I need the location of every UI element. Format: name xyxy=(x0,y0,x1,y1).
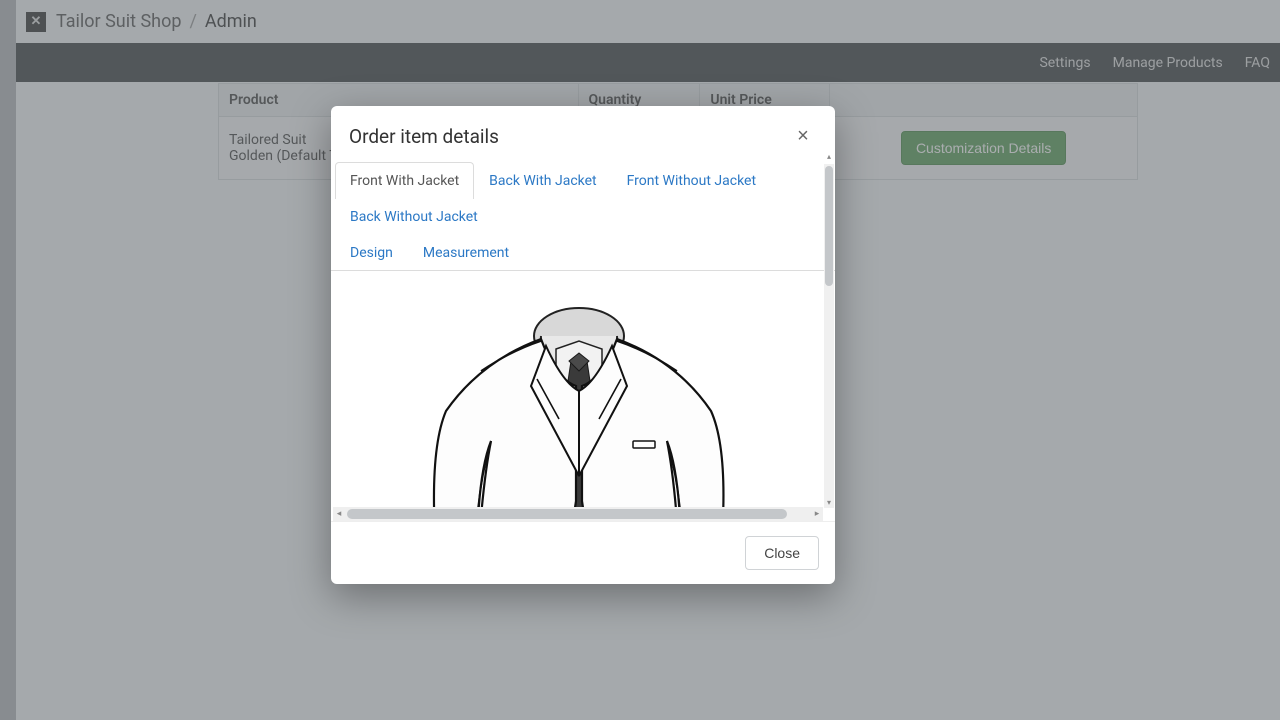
modal-scroll-area[interactable]: Front With Jacket Back With Jacket Front… xyxy=(331,162,835,522)
suit-preview xyxy=(331,271,835,522)
suit-front-jacket-image xyxy=(381,291,781,522)
modal-footer: Close xyxy=(331,522,835,584)
tabs-row-1: Front With Jacket Back With Jacket Front… xyxy=(331,162,835,234)
tab-front-without-jacket[interactable]: Front Without Jacket xyxy=(612,162,771,199)
vscroll-thumb[interactable] xyxy=(825,166,833,286)
tab-back-without-jacket[interactable]: Back Without Jacket xyxy=(335,198,493,235)
modal-title: Order item details xyxy=(349,125,499,148)
modal-body: Front With Jacket Back With Jacket Front… xyxy=(331,162,835,522)
scroll-down-icon[interactable]: ▾ xyxy=(824,498,834,508)
tab-front-with-jacket[interactable]: Front With Jacket xyxy=(335,162,474,199)
vertical-scrollbar[interactable] xyxy=(824,164,834,508)
tab-measurement[interactable]: Measurement xyxy=(408,234,524,271)
scroll-up-icon[interactable]: ▴ xyxy=(824,152,834,162)
modal-header: Order item details × xyxy=(331,106,835,162)
tab-design[interactable]: Design xyxy=(335,234,408,271)
horizontal-scrollbar[interactable]: ◂ ▸ xyxy=(333,507,823,521)
close-icon[interactable]: × xyxy=(791,124,815,148)
scroll-left-icon[interactable]: ◂ xyxy=(333,509,345,519)
hscroll-thumb[interactable] xyxy=(347,509,787,519)
tabs-row-2: Design Measurement xyxy=(331,234,835,271)
close-button[interactable]: Close xyxy=(745,536,819,570)
tab-back-with-jacket[interactable]: Back With Jacket xyxy=(474,162,611,199)
scroll-right-icon[interactable]: ▸ xyxy=(811,509,823,519)
order-item-details-modal: Order item details × Front With Jacket B… xyxy=(331,106,835,584)
